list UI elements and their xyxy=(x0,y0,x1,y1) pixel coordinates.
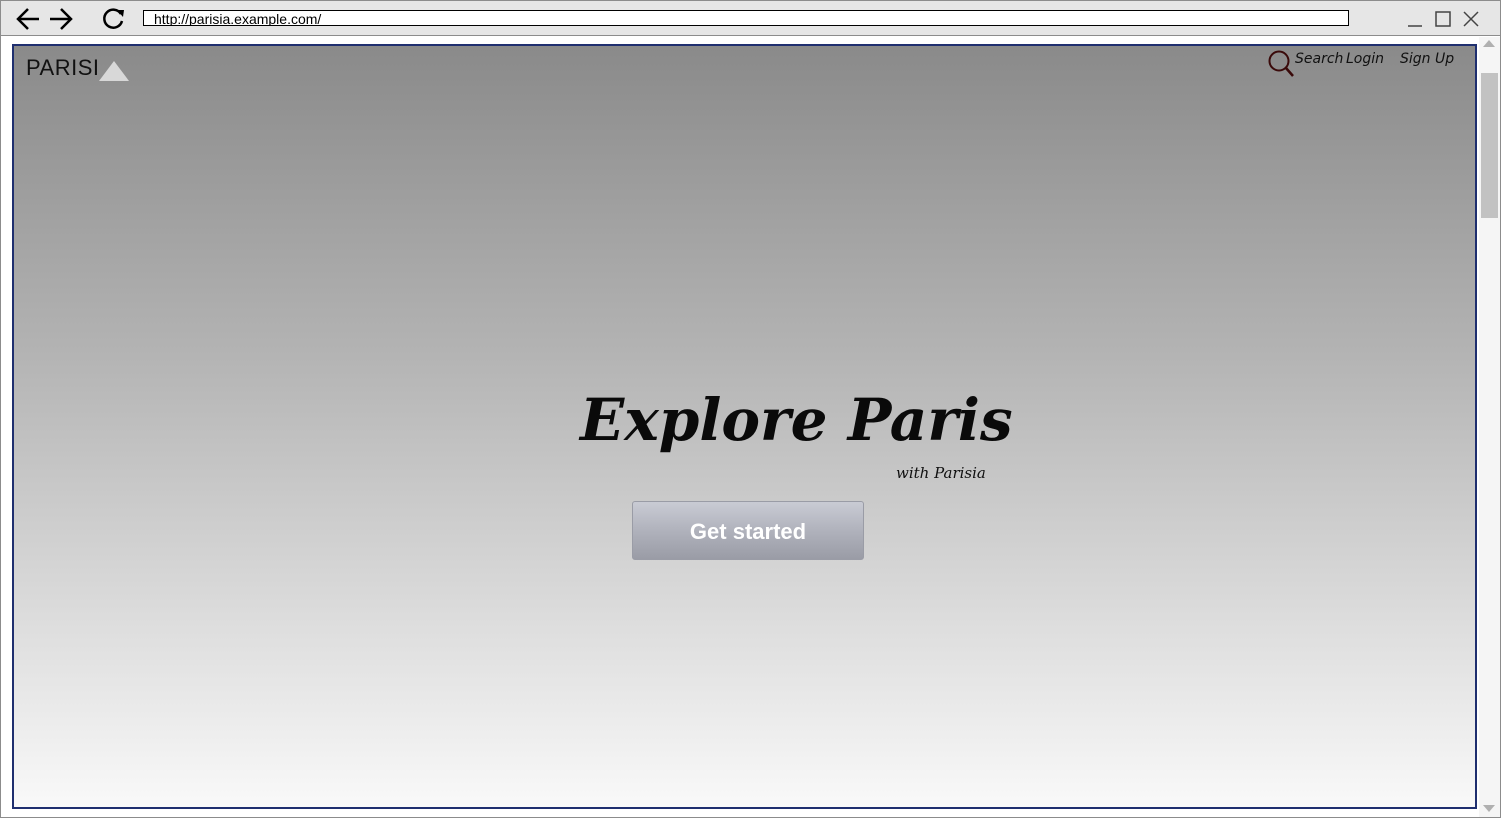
minimize-icon xyxy=(1408,25,1422,27)
forward-button[interactable] xyxy=(48,6,74,32)
scroll-thumb[interactable] xyxy=(1481,73,1498,218)
site-logo[interactable]: PARISI xyxy=(26,53,129,83)
search-icon[interactable] xyxy=(1267,49,1297,79)
scroll-up-icon[interactable] xyxy=(1483,40,1495,47)
vertical-scrollbar[interactable] xyxy=(1479,37,1500,817)
logo-triangle-icon xyxy=(99,61,129,81)
scroll-down-icon[interactable] xyxy=(1483,805,1495,812)
nav-signup-link[interactable]: Sign Up xyxy=(1400,51,1454,67)
arrow-left-icon xyxy=(16,8,39,30)
minimize-button[interactable] xyxy=(1404,8,1426,30)
browser-toolbar: http://parisia.example.com/ xyxy=(1,1,1500,36)
close-button[interactable] xyxy=(1460,8,1482,30)
hero-subtitle: with Parisia xyxy=(896,464,986,482)
address-bar[interactable]: http://parisia.example.com/ xyxy=(143,10,1349,26)
back-button[interactable] xyxy=(15,6,41,32)
maximize-button[interactable] xyxy=(1432,8,1454,30)
nav-search-link[interactable]: Search xyxy=(1295,51,1343,67)
maximize-icon xyxy=(1435,11,1451,27)
reload-icon xyxy=(103,8,124,29)
hero-title: Explore Paris xyxy=(580,386,1013,454)
reload-button[interactable] xyxy=(101,6,127,32)
nav-login-link[interactable]: Login xyxy=(1346,51,1384,67)
page-viewport: PARISI Search Login Sign Up Explore Pari… xyxy=(12,44,1477,809)
get-started-button[interactable]: Get started xyxy=(632,501,864,560)
browser-window: http://parisia.example.com/ PARISI Searc… xyxy=(0,0,1501,818)
close-icon xyxy=(1463,11,1479,27)
top-navigation: Search Login Sign Up xyxy=(1267,48,1463,80)
arrow-right-icon xyxy=(50,8,73,30)
logo-text: PARISI xyxy=(26,55,100,80)
